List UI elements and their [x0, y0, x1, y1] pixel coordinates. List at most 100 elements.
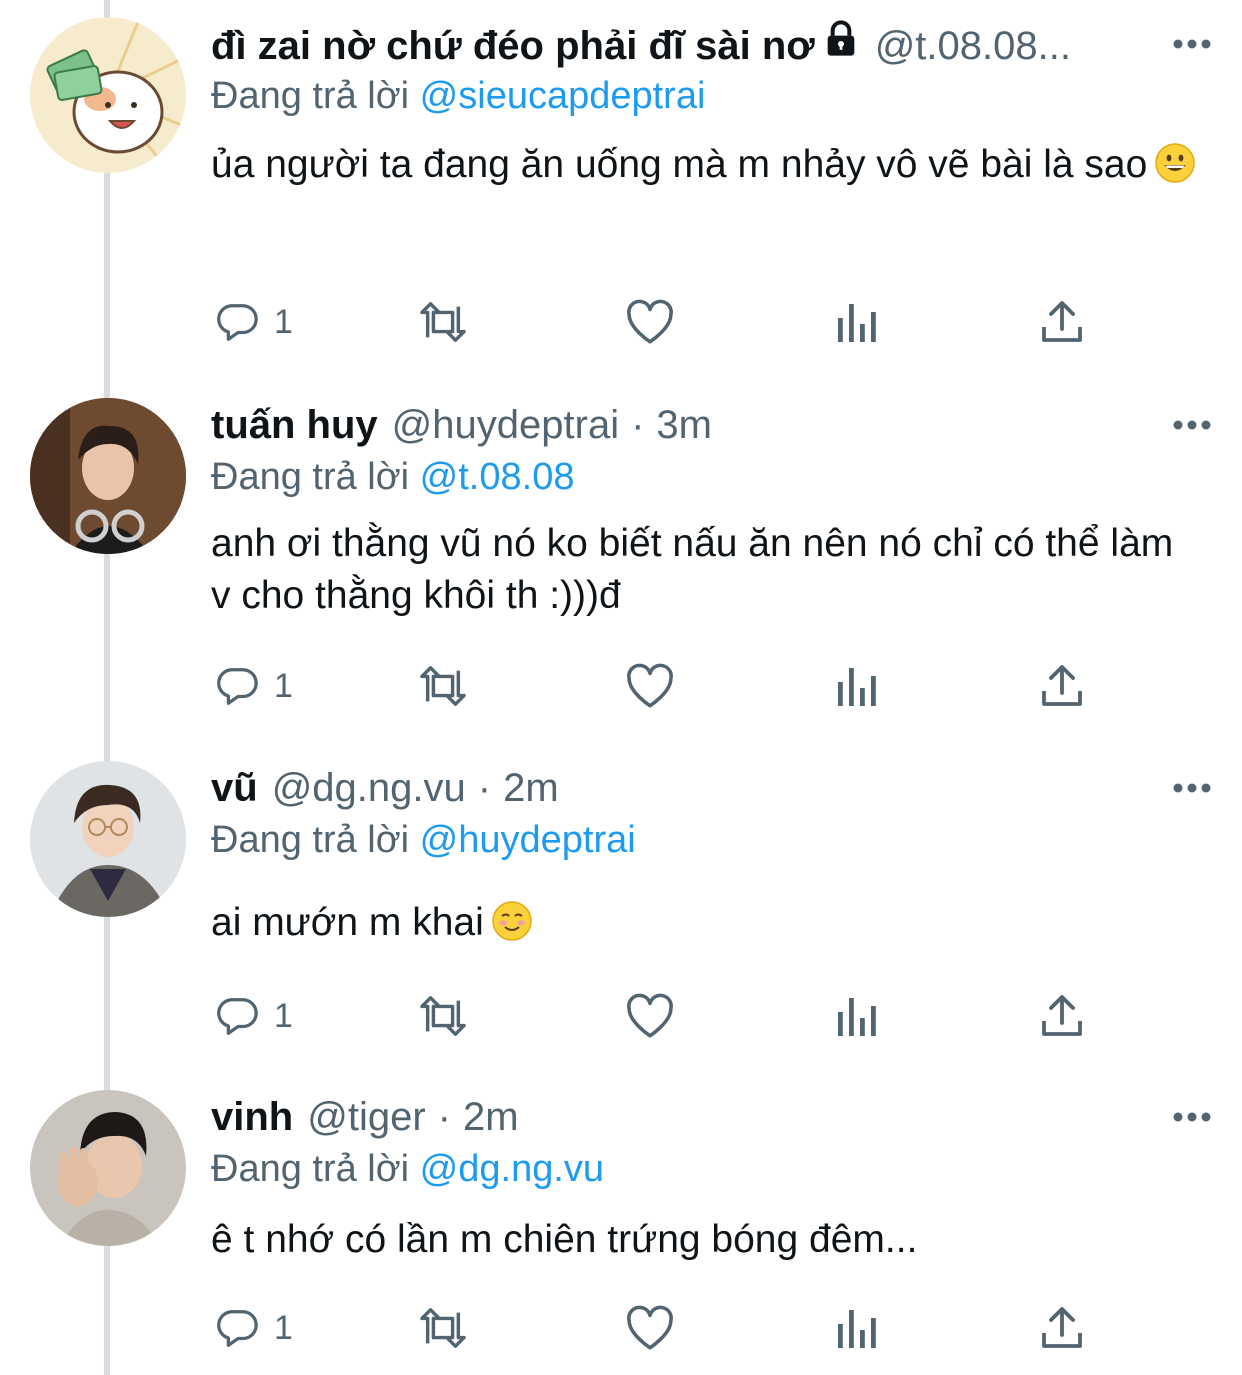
share-icon — [1040, 663, 1084, 709]
like-button[interactable] — [625, 986, 675, 1046]
like-icon — [625, 993, 675, 1039]
share-button[interactable] — [1040, 292, 1084, 352]
like-icon — [625, 1305, 675, 1351]
analytics-icon — [836, 1308, 878, 1348]
user-handle[interactable]: @t.08.08... — [875, 18, 1071, 74]
tweet-actions: 1 — [0, 656, 1242, 716]
replying-to: Đang trả lời @huydeptrai — [211, 814, 636, 866]
replying-to-mention[interactable]: @huydeptrai — [420, 819, 636, 861]
timestamp[interactable]: 3m — [656, 397, 712, 453]
share-icon — [1040, 993, 1084, 1039]
reply-count: 1 — [274, 996, 293, 1035]
retweet-icon — [416, 993, 470, 1039]
display-name[interactable]: tuấn huy — [211, 397, 378, 453]
avatar[interactable] — [30, 1090, 186, 1246]
tweet-header: vinh @tiger · 2m — [211, 1089, 1132, 1145]
share-button[interactable] — [1040, 986, 1084, 1046]
retweet-button[interactable] — [416, 656, 470, 716]
tweet-header: đì zai nờ chứ đéo phải đĩ sài nơ @t.08.0… — [211, 18, 1132, 74]
tweet-text: ê t nhớ có lần m chiên trứng bóng đêm... — [211, 1213, 1201, 1267]
tweet-actions: 1 — [0, 986, 1242, 1046]
tweet-text: ai mướn m khai — [211, 895, 1201, 957]
share-icon — [1040, 299, 1084, 345]
more-icon[interactable] — [1172, 24, 1212, 64]
reply-button[interactable]: 1 — [214, 292, 293, 352]
more-icon[interactable] — [1172, 1097, 1212, 1137]
reply-icon — [214, 993, 260, 1039]
reply-button[interactable]: 1 — [214, 656, 293, 716]
grinning-face-emoji — [1155, 138, 1196, 204]
analytics-button[interactable] — [836, 986, 878, 1046]
tweet-text: anh ơi thằng vũ nó ko biết nấu ăn nên nó… — [211, 518, 1201, 622]
tweet-header: tuấn huy @huydeptrai · 3m — [211, 397, 1132, 453]
retweet-icon — [416, 299, 470, 345]
display-name[interactable]: vũ — [211, 760, 258, 816]
replying-to: Đang trả lời @sieucapdeptrai — [211, 70, 705, 122]
tweet[interactable]: tuấn huy @huydeptrai · 3m Đang trả lời @… — [0, 380, 1242, 745]
share-button[interactable] — [1040, 1298, 1084, 1358]
user-handle[interactable]: @tiger — [307, 1089, 425, 1145]
analytics-button[interactable] — [836, 292, 878, 352]
analytics-icon — [836, 302, 878, 342]
retweet-button[interactable] — [416, 292, 470, 352]
display-name[interactable]: vinh — [211, 1089, 293, 1145]
like-button[interactable] — [625, 656, 675, 716]
share-icon — [1040, 1305, 1084, 1351]
reply-icon — [214, 1305, 260, 1351]
lock-icon — [821, 18, 861, 74]
replying-to-label: Đang trả lời — [211, 819, 410, 861]
separator-dot: · — [477, 766, 492, 810]
more-icon[interactable] — [1172, 405, 1212, 445]
tweet-text-content: ủa người ta đang ăn uống mà m nhảy vô vẽ… — [211, 143, 1148, 186]
smiling-face-emoji — [492, 901, 532, 957]
analytics-button[interactable] — [836, 1298, 878, 1358]
avatar[interactable] — [30, 17, 186, 173]
reply-icon — [214, 299, 260, 345]
like-button[interactable] — [625, 292, 675, 352]
tweet-header: vũ @dg.ng.vu · 2m — [211, 760, 1132, 816]
separator-dot: · — [437, 1095, 451, 1139]
reply-icon — [214, 663, 260, 709]
avatar[interactable] — [30, 761, 186, 917]
display-name[interactable]: đì zai nờ chứ đéo phải đĩ sài nơ — [211, 18, 815, 74]
like-icon — [625, 299, 675, 345]
reply-count: 1 — [274, 666, 293, 705]
tweet[interactable]: vũ @dg.ng.vu · 2m Đang trả lời @huydeptr… — [0, 745, 1242, 1075]
timestamp[interactable]: 2m — [503, 760, 559, 816]
separator-dot: · — [631, 403, 645, 447]
replying-to-mention[interactable]: @t.08.08 — [420, 456, 575, 498]
replying-to-mention[interactable]: @sieucapdeptrai — [420, 75, 706, 117]
replying-to-mention[interactable]: @dg.ng.vu — [420, 1148, 604, 1190]
tweet-text-content: anh ơi thằng vũ nó ko biết nấu ăn nên nó… — [211, 522, 1174, 617]
user-handle[interactable]: @dg.ng.vu — [272, 760, 466, 816]
tweet[interactable]: đì zai nờ chứ đéo phải đĩ sài nơ @t.08.0… — [0, 0, 1242, 380]
retweet-button[interactable] — [416, 1298, 470, 1358]
retweet-icon — [416, 663, 470, 709]
replying-to-label: Đang trả lời — [211, 75, 410, 117]
retweet-icon — [416, 1305, 470, 1351]
tweet-text-content: ê t nhớ có lần m chiên trứng bóng đêm... — [211, 1218, 918, 1261]
tweet-actions: 1 — [0, 1298, 1242, 1358]
replying-to-label: Đang trả lời — [211, 1148, 410, 1190]
replying-to-label: Đang trả lời — [211, 456, 410, 498]
analytics-icon — [836, 996, 878, 1036]
share-button[interactable] — [1040, 656, 1084, 716]
tweet-text-content: ai mướn m khai — [211, 901, 484, 944]
avatar[interactable] — [30, 398, 186, 554]
replying-to: Đang trả lời @dg.ng.vu — [211, 1143, 604, 1195]
timestamp[interactable]: 2m — [463, 1089, 519, 1145]
tweet-text: ủa người ta đang ăn uống mà m nhảy vô vẽ… — [211, 132, 1201, 204]
like-button[interactable] — [625, 1298, 675, 1358]
retweet-button[interactable] — [416, 986, 470, 1046]
reply-count: 1 — [274, 302, 293, 341]
tweet-actions: 1 — [0, 292, 1242, 352]
reply-button[interactable]: 1 — [214, 1298, 293, 1358]
reply-button[interactable]: 1 — [214, 986, 293, 1046]
like-icon — [625, 663, 675, 709]
tweet[interactable]: vinh @tiger · 2m Đang trả lời @dg.ng.vu … — [0, 1075, 1242, 1375]
reply-count: 1 — [274, 1308, 293, 1347]
user-handle[interactable]: @huydeptrai — [392, 397, 619, 453]
analytics-button[interactable] — [836, 656, 878, 716]
more-icon[interactable] — [1172, 768, 1212, 808]
replying-to: Đang trả lời @t.08.08 — [211, 451, 574, 503]
